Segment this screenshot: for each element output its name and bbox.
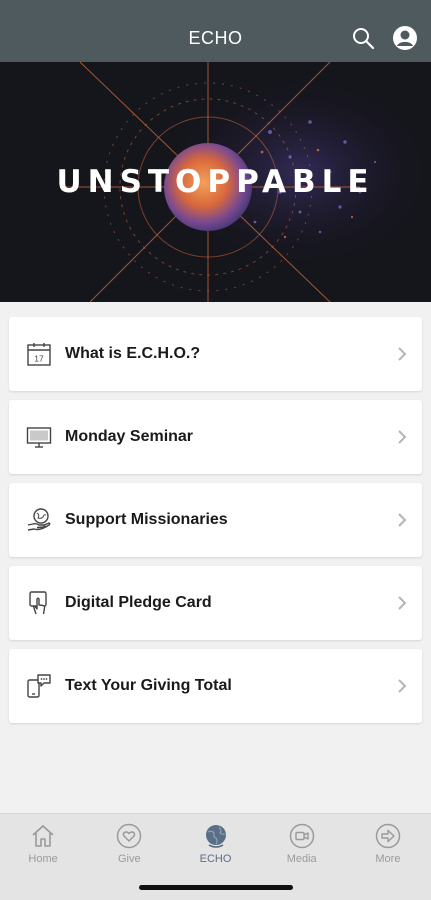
menu-item-label: Digital Pledge Card <box>65 594 212 611</box>
app-header: ECHO <box>0 0 431 62</box>
tab-label: Media <box>286 853 317 865</box>
hero-title: UNSTOPPABLE <box>56 164 375 200</box>
menu-item-label: Text Your Giving Total <box>65 677 232 694</box>
menu-item-monday-seminar[interactable]: Monday Seminar <box>9 400 422 474</box>
home-icon <box>29 822 57 850</box>
tab-home[interactable]: Home <box>0 814 86 900</box>
menu-item-support-missionaries[interactable]: Support Missionaries <box>9 483 422 557</box>
menu-item-text-your-giving-total[interactable]: Text Your Giving Total <box>9 649 422 723</box>
page-title: ECHO <box>188 27 243 48</box>
tab-more[interactable]: More <box>345 814 431 900</box>
chevron-right-icon <box>398 679 407 693</box>
globe-icon <box>202 822 230 850</box>
chevron-right-icon <box>398 347 407 361</box>
tab-label: Give <box>117 853 141 865</box>
chevron-right-icon <box>398 513 407 527</box>
video-icon <box>288 822 316 850</box>
calendar-day: 17 <box>34 354 44 364</box>
home-indicator[interactable] <box>139 885 293 890</box>
globe-hand-icon <box>25 506 53 534</box>
monitor-icon <box>25 423 53 451</box>
arrow-right-icon <box>374 822 402 850</box>
menu-item-label: What is E.C.H.O.? <box>65 345 201 362</box>
profile-icon[interactable] <box>391 24 419 52</box>
echo-menu-list: 17 What is E.C.H.O.? Monday Seminar Supp… <box>9 317 422 732</box>
touch-card-icon <box>25 589 53 617</box>
chevron-right-icon <box>398 596 407 610</box>
menu-item-what-is-echo[interactable]: 17 What is E.C.H.O.? <box>9 317 422 391</box>
hero-banner: UNSTOPPABLE <box>0 62 431 302</box>
tab-label: More <box>375 853 401 865</box>
chevron-right-icon <box>398 430 407 444</box>
tab-label: ECHO <box>199 853 232 865</box>
menu-item-label: Monday Seminar <box>65 428 194 445</box>
phone-message-icon <box>25 672 53 700</box>
tab-label: Home <box>28 853 58 865</box>
menu-item-label: Support Missionaries <box>65 511 228 528</box>
calendar-icon: 17 <box>25 340 53 368</box>
menu-item-digital-pledge-card[interactable]: Digital Pledge Card <box>9 566 422 640</box>
heart-icon <box>115 822 143 850</box>
search-icon[interactable] <box>349 24 377 52</box>
